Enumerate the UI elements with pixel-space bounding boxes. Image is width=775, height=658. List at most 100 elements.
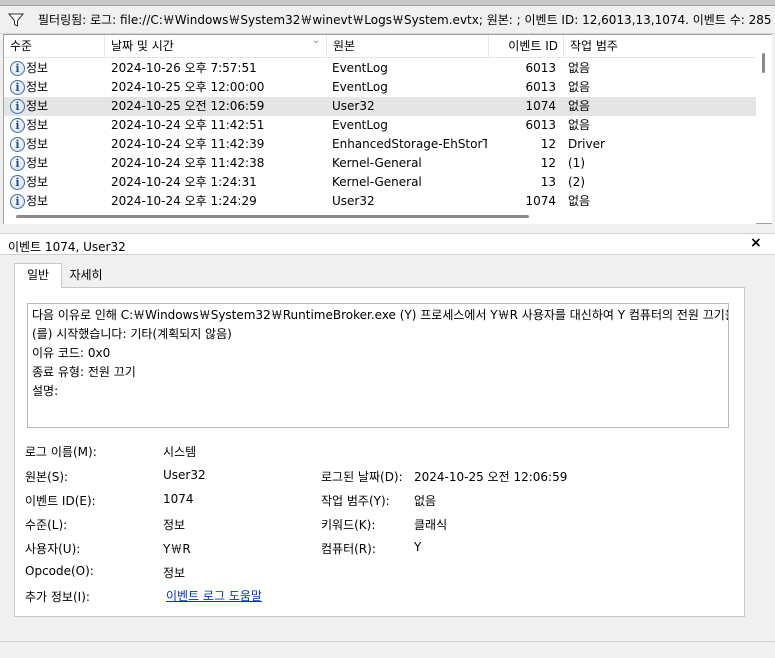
row-category: (2)	[568, 175, 585, 189]
general-tab-panel: 다음 이유로 인해 C:￦Windows￦System32￦RuntimeBro…	[14, 287, 745, 617]
computer-label: 컴퓨터(R):	[321, 542, 376, 556]
row-event-id: 6013	[525, 118, 556, 132]
row-category: 없음	[568, 80, 591, 94]
description-line: (를) 시작했습니다: 기타(계획되지 않음)	[32, 327, 232, 341]
row-event-id: 13	[540, 175, 556, 189]
row-source: User32	[332, 99, 375, 113]
horizontal-scrollbar[interactable]	[4, 210, 756, 224]
description-line: 설명:	[32, 384, 59, 398]
tab-details[interactable]: 자세히	[62, 263, 110, 287]
event-id-value: 1074	[163, 492, 194, 506]
row-datetime: 2024-10-24 오후 11:42:39	[111, 137, 265, 151]
row-datetime: 2024-10-25 오전 12:06:59	[111, 99, 265, 113]
table-row[interactable]: i 정보 2024-10-24 오후 1:24:31 Kernel-Genera…	[4, 173, 756, 192]
table-row[interactable]: i 정보 2024-10-26 오후 7:57:51 EventLog 6013…	[4, 59, 756, 78]
logged-date-value: 2024-10-25 오전 12:06:59	[414, 470, 568, 484]
sort-descending-icon: ⌄	[312, 35, 321, 46]
filter-icon	[8, 13, 24, 27]
row-datetime: 2024-10-24 오후 1:24:29	[111, 194, 257, 208]
row-source: Kernel-General	[332, 156, 422, 170]
vertical-scrollbar[interactable]	[756, 35, 772, 223]
column-header-event-id[interactable]: 이벤트 ID	[489, 35, 564, 58]
tab-general[interactable]: 일반	[14, 263, 62, 288]
description-line: 이유 코드: 0x0	[32, 346, 111, 360]
log-name-value: 시스템	[163, 445, 197, 459]
window-bottom-edge	[0, 641, 775, 658]
row-category: Driver	[568, 137, 605, 151]
row-level: 정보	[26, 175, 49, 189]
row-datetime: 2024-10-24 오후 1:24:31	[111, 175, 257, 189]
info-icon: i	[10, 137, 25, 152]
column-header-level[interactable]: 수준	[4, 35, 105, 58]
row-source: EventLog	[332, 61, 388, 75]
opcode-value: 정보	[163, 566, 186, 580]
description-line: 종료 유형: 전원 끄기	[32, 365, 136, 379]
description-line: 다음 이유로 인해 C:￦Windows￦System32￦RuntimeBro…	[32, 308, 729, 322]
keywords-label: 키워드(K):	[321, 518, 376, 532]
source-value: User32	[163, 468, 206, 482]
row-level: 정보	[26, 61, 49, 75]
info-icon: i	[10, 156, 25, 171]
event-log-help-link[interactable]: 이벤트 로그 도움말	[166, 587, 262, 604]
row-level: 정보	[26, 137, 49, 151]
info-icon: i	[10, 80, 25, 95]
event-detail-header: 이벤트 1074, User32 ×	[0, 233, 775, 255]
row-level: 정보	[26, 99, 49, 113]
more-info-label: 추가 정보(I):	[25, 590, 90, 604]
row-level: 정보	[26, 80, 49, 94]
logged-date-label: 로그된 날짜(D):	[321, 470, 403, 484]
row-level: 정보	[26, 194, 49, 208]
info-icon: i	[10, 194, 25, 209]
row-datetime: 2024-10-24 오후 11:42:51	[111, 118, 265, 132]
row-event-id: 12	[540, 137, 556, 151]
row-source: User32	[332, 194, 375, 208]
info-icon: i	[10, 118, 25, 133]
table-row-selected[interactable]: i 정보 2024-10-25 오전 12:06:59 User32 1074 …	[4, 97, 756, 116]
row-datetime: 2024-10-24 오후 11:42:38	[111, 156, 265, 170]
row-event-id: 1074	[525, 99, 556, 113]
row-source: EventLog	[332, 118, 388, 132]
row-level: 정보	[26, 118, 49, 132]
row-category: 없음	[568, 61, 591, 75]
column-header-datetime-label: 날짜 및 시간	[111, 39, 174, 53]
table-row[interactable]: i 정보 2024-10-25 오후 12:00:00 EventLog 601…	[4, 78, 756, 97]
row-datetime: 2024-10-25 오후 12:00:00	[111, 80, 265, 94]
computer-value: Y	[414, 540, 422, 554]
row-event-id: 1074	[525, 194, 556, 208]
vertical-scroll-thumb[interactable]	[762, 53, 765, 73]
column-header-category[interactable]: 작업 범주	[564, 35, 756, 58]
row-category: 없음	[568, 194, 591, 208]
event-id-label: 이벤트 ID(E):	[25, 494, 96, 508]
level-label: 수준(L):	[25, 518, 68, 532]
close-icon[interactable]: ×	[750, 235, 762, 251]
row-source: EventLog	[332, 80, 388, 94]
task-category-label: 작업 범주(Y):	[321, 494, 390, 508]
column-header-datetime[interactable]: 날짜 및 시간 ⌄	[105, 35, 327, 58]
level-value: 정보	[163, 518, 186, 532]
event-description[interactable]: 다음 이유로 인해 C:￦Windows￦System32￦RuntimeBro…	[27, 303, 729, 428]
row-level: 정보	[26, 156, 49, 170]
log-name-label: 로그 이름(M):	[25, 445, 97, 459]
table-row[interactable]: i 정보 2024-10-24 오후 11:42:38 Kernel-Gener…	[4, 154, 756, 173]
table-row[interactable]: i 정보 2024-10-24 오후 1:24:29 User32 1074 없…	[4, 192, 756, 209]
table-row[interactable]: i 정보 2024-10-24 오후 11:42:39 EnhancedStor…	[4, 135, 756, 154]
event-list[interactable]: 수준 날짜 및 시간 ⌄ 원본 이벤트 ID 작업 범주 i 정보 2024-1…	[3, 34, 772, 224]
column-header-source[interactable]: 원본	[327, 35, 489, 58]
user-value: Y￦R	[163, 542, 191, 556]
info-icon: i	[10, 175, 25, 190]
horizontal-scroll-thumb[interactable]	[16, 215, 529, 218]
keywords-value: 클래식	[414, 518, 448, 532]
table-row[interactable]: i 정보 2024-10-24 오후 11:42:51 EventLog 601…	[4, 116, 756, 135]
filter-bar: 필터링됨: 로그: file://C:￦Windows￦System32￦win…	[0, 6, 775, 34]
pane-splitter[interactable]	[0, 225, 775, 233]
info-icon: i	[10, 99, 25, 114]
row-event-id: 12	[540, 156, 556, 170]
row-event-id: 6013	[525, 61, 556, 75]
row-source: Kernel-General	[332, 175, 422, 189]
info-icon: i	[10, 61, 25, 76]
event-detail-title: 이벤트 1074, User32	[8, 240, 126, 254]
user-label: 사용자(U):	[25, 542, 81, 556]
row-event-id: 6013	[525, 80, 556, 94]
row-category: 없음	[568, 99, 591, 113]
row-category: (1)	[568, 156, 585, 170]
